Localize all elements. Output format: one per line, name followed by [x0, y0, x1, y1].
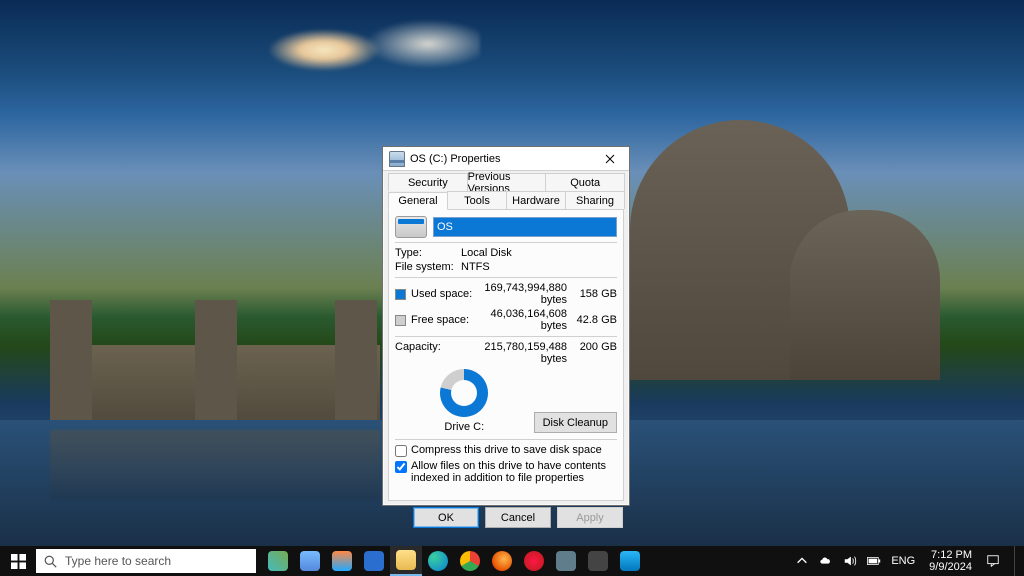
tabs-front-row: General Tools Hardware Sharing [388, 191, 624, 209]
used-space-bytes: 169,743,994,880 bytes [475, 282, 575, 306]
tray-onedrive-icon[interactable] [819, 554, 833, 568]
taskbar-app[interactable] [614, 546, 646, 576]
tabs-back-row: Security Previous Versions Quota [388, 173, 624, 191]
divider [395, 336, 617, 337]
tab-tools[interactable]: Tools [447, 191, 507, 209]
taskbar-edge[interactable] [422, 546, 454, 576]
desktop-wallpaper-tower [195, 300, 237, 435]
dialog-titlebar[interactable]: OS (C:) Properties [383, 147, 629, 171]
disk-usage-chart-label: Drive C: [444, 421, 484, 433]
free-space-gb: 42.8 GB [575, 314, 617, 326]
taskbar-app[interactable] [550, 546, 582, 576]
drive-properties-dialog: OS (C:) Properties Security Previous Ver… [382, 146, 630, 506]
drive-icon [389, 151, 405, 167]
tray-volume-icon[interactable] [843, 554, 857, 568]
tray-chevron-up-icon[interactable] [795, 554, 809, 568]
taskbar-file-explorer[interactable] [390, 546, 422, 576]
taskbar-app[interactable] [294, 546, 326, 576]
cancel-button[interactable]: Cancel [485, 507, 551, 528]
taskbar-chrome[interactable] [454, 546, 486, 576]
tab-security[interactable]: Security [388, 173, 468, 191]
tray-language[interactable]: ENG [891, 555, 915, 567]
divider [395, 277, 617, 278]
used-space-swatch [395, 289, 406, 300]
taskbar-app[interactable] [358, 546, 390, 576]
type-label: Type: [395, 247, 461, 259]
taskbar-opera[interactable] [518, 546, 550, 576]
taskbar-firefox[interactable] [486, 546, 518, 576]
close-button[interactable] [593, 149, 627, 169]
desktop-wallpaper-tower [335, 300, 377, 435]
filesystem-label: File system: [395, 261, 461, 273]
taskbar-app[interactable] [326, 546, 358, 576]
divider [395, 242, 617, 243]
search-placeholder: Type here to search [65, 554, 171, 568]
tab-previous-versions[interactable]: Previous Versions [467, 173, 547, 191]
used-space-label: Used space: [411, 288, 475, 300]
search-icon [44, 555, 57, 568]
capacity-label: Capacity: [395, 341, 475, 365]
apply-button[interactable]: Apply [557, 507, 623, 528]
disk-usage-chart [440, 369, 488, 417]
tray-date: 9/9/2024 [929, 561, 972, 573]
tray-notifications-icon[interactable] [986, 554, 1000, 568]
free-space-bytes: 46,036,164,608 bytes [475, 308, 575, 332]
show-desktop-button[interactable] [1014, 546, 1020, 576]
disk-cleanup-button[interactable]: Disk Cleanup [534, 412, 617, 433]
taskbar: Type here to search ENG 7:12 PM 9/9/2024 [0, 546, 1024, 576]
dialog-title: OS (C:) Properties [410, 153, 593, 165]
taskbar-task-view[interactable] [262, 546, 294, 576]
tray-clock[interactable]: 7:12 PM 9/9/2024 [925, 549, 976, 573]
compress-drive-checkbox[interactable] [395, 445, 407, 457]
tab-quota[interactable]: Quota [545, 173, 625, 191]
taskbar-search[interactable]: Type here to search [36, 549, 256, 573]
tray-time: 7:12 PM [929, 549, 972, 561]
type-value: Local Disk [461, 247, 617, 259]
system-tray: ENG 7:12 PM 9/9/2024 [791, 546, 1024, 576]
used-space-gb: 158 GB [575, 288, 617, 300]
ok-button[interactable]: OK [413, 507, 479, 528]
allow-indexing-label: Allow files on this drive to have conten… [411, 460, 617, 484]
tab-panel-general: Type:Local Disk File system:NTFS Used sp… [388, 209, 624, 501]
tray-battery-icon[interactable] [867, 554, 881, 568]
dialog-button-bar: OK Cancel Apply [383, 501, 629, 528]
free-space-label: Free space: [411, 314, 475, 326]
compress-drive-label: Compress this drive to save disk space [411, 444, 602, 456]
desktop-wallpaper-reflection [50, 430, 380, 500]
desktop-wallpaper-clouds [220, 20, 480, 80]
windows-icon [11, 554, 26, 569]
divider [395, 439, 617, 440]
allow-indexing-checkbox[interactable] [395, 461, 407, 473]
taskbar-app[interactable] [582, 546, 614, 576]
tab-hardware[interactable]: Hardware [506, 191, 566, 209]
drive-icon [395, 216, 427, 238]
tab-sharing[interactable]: Sharing [565, 191, 625, 209]
tab-general[interactable]: General [388, 192, 448, 210]
close-icon [605, 154, 615, 164]
capacity-gb: 200 GB [575, 341, 617, 365]
desktop-wallpaper-tower [50, 300, 92, 435]
start-button[interactable] [0, 546, 36, 576]
capacity-bytes: 215,780,159,488 bytes [475, 341, 575, 365]
filesystem-value: NTFS [461, 261, 617, 273]
free-space-swatch [395, 315, 406, 326]
desktop-wallpaper-castle-side [790, 210, 940, 380]
taskbar-pinned-apps [262, 546, 646, 576]
drive-name-input[interactable] [433, 217, 617, 237]
